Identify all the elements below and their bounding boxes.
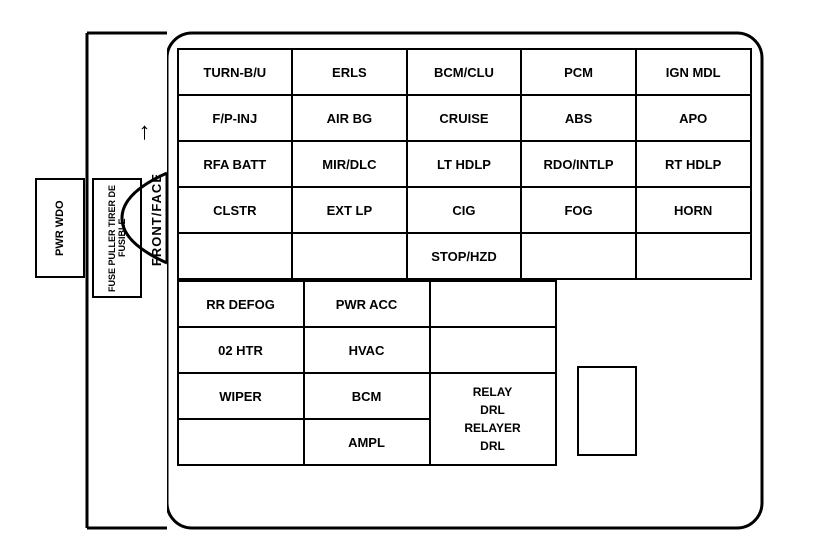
fuse-cell-empty (430, 281, 556, 327)
fuse-cell: AIR BG (292, 95, 407, 141)
fuse-cell: HVAC (304, 327, 430, 373)
fuse-diagram: PWR WDO FUSE PULLER TIRER DE FUSIBLE ↑ F… (27, 18, 787, 538)
fuse-cell-empty (178, 233, 293, 279)
small-box-area (557, 280, 637, 466)
fuse-cell: APO (636, 95, 751, 141)
front-face-label: FRONT/FACE (149, 173, 164, 266)
pwr-wdo-label: PWR WDO (35, 178, 85, 278)
fuse-cell: PCM (521, 49, 636, 95)
bottom-section: RR DEFOG PWR ACC 02 HTR HVAC WIPER BCM R… (177, 280, 752, 466)
fuse-cell-empty (430, 327, 556, 373)
fuse-cell: RR DEFOG (178, 281, 304, 327)
fuse-cell: IGN MDL (636, 49, 751, 95)
fuse-cell: AMPL (304, 419, 430, 465)
fuse-cell-empty (521, 233, 636, 279)
fuse-cell: TURN-B/U (178, 49, 293, 95)
table-row: 02 HTR HVAC (178, 327, 556, 373)
fuse-cell-empty (636, 233, 751, 279)
fuse-table-wrapper: TURN-B/U ERLS BCM/CLU PCM IGN MDL F/P-IN… (177, 48, 752, 466)
fuse-cell: MIR/DLC (292, 141, 407, 187)
fuse-cell: F/P-INJ (178, 95, 293, 141)
fuse-puller-label: FUSE PULLER TIRER DE FUSIBLE (92, 178, 142, 298)
fuse-cell: RFA BATT (178, 141, 293, 187)
relay-drl-cell: RELAYDRLRELAYERDRL (430, 373, 556, 465)
fuse-cell: 02 HTR (178, 327, 304, 373)
table-row: RFA BATT MIR/DLC LT HDLP RDO/INTLP RT HD… (178, 141, 751, 187)
fuse-cell: EXT LP (292, 187, 407, 233)
table-row: CLSTR EXT LP CIG FOG HORN (178, 187, 751, 233)
fuse-cell: BCM (304, 373, 430, 419)
table-row: WIPER BCM RELAYDRLRELAYERDRL (178, 373, 556, 419)
fuse-cell: RDO/INTLP (521, 141, 636, 187)
table-row: F/P-INJ AIR BG CRUISE ABS APO (178, 95, 751, 141)
fuse-cell: FOG (521, 187, 636, 233)
fuse-cell: CRUISE (407, 95, 522, 141)
fuse-cell: RT HDLP (636, 141, 751, 187)
fuse-cell: STOP/HZD (407, 233, 522, 279)
small-fuse-box (577, 366, 637, 456)
fuse-cell: CIG (407, 187, 522, 233)
fuse-cell: PWR ACC (304, 281, 430, 327)
fuse-cell-empty (292, 233, 407, 279)
arrow-up-icon: ↑ (139, 118, 151, 146)
table-row: RR DEFOG PWR ACC (178, 281, 556, 327)
bottom-left-table: RR DEFOG PWR ACC 02 HTR HVAC WIPER BCM R… (177, 280, 557, 466)
fuse-cell: ABS (521, 95, 636, 141)
fuse-cell: LT HDLP (407, 141, 522, 187)
fuse-cell: ERLS (292, 49, 407, 95)
table-row: STOP/HZD (178, 233, 751, 279)
fuse-cell: BCM/CLU (407, 49, 522, 95)
fuse-cell-empty (178, 419, 304, 465)
fuse-table: TURN-B/U ERLS BCM/CLU PCM IGN MDL F/P-IN… (177, 48, 752, 280)
table-row: TURN-B/U ERLS BCM/CLU PCM IGN MDL (178, 49, 751, 95)
fuse-cell: WIPER (178, 373, 304, 419)
fuse-cell: CLSTR (178, 187, 293, 233)
fuse-cell: HORN (636, 187, 751, 233)
